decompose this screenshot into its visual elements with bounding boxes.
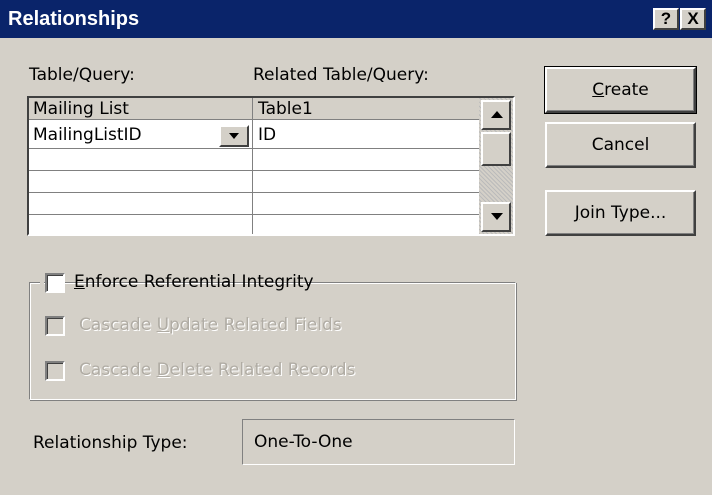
grid-column-divider xyxy=(252,98,253,234)
scroll-up-button[interactable] xyxy=(481,100,511,130)
arrow-up-icon xyxy=(491,111,503,118)
chevron-down-icon xyxy=(229,133,239,139)
enforce-integrity-label[interactable]: Enforce Referential Integrity xyxy=(74,272,314,292)
grid-cell-related-field[interactable]: ID xyxy=(258,124,276,146)
grid-row-divider xyxy=(29,214,479,215)
cancel-button[interactable]: Cancel xyxy=(545,122,696,168)
scroll-down-button[interactable] xyxy=(481,202,511,232)
related-table-query-label: Related Table/Query: xyxy=(253,65,429,85)
window-title: Relationships xyxy=(8,8,140,30)
close-button[interactable]: X xyxy=(680,8,706,30)
join-type-button[interactable]: Join Type... xyxy=(545,190,696,236)
grid-header-related-table: Table1 xyxy=(258,99,313,119)
cascade-update-checkbox[interactable] xyxy=(45,316,65,336)
grid-scrollbar[interactable] xyxy=(479,98,513,234)
field-dropdown-button[interactable] xyxy=(219,125,249,147)
scroll-thumb[interactable] xyxy=(481,132,511,166)
help-button[interactable]: ? xyxy=(653,8,679,30)
relationship-type-label: Relationship Type: xyxy=(33,433,188,453)
grid-header-table: Mailing List xyxy=(33,99,129,119)
enforce-integrity-checkbox[interactable] xyxy=(45,273,65,293)
cascade-update-label: Cascade Update Related Fields xyxy=(79,315,342,335)
enforce-integrity-option[interactable]: Enforce Referential Integrity xyxy=(40,270,314,296)
grid-row-divider xyxy=(29,170,479,171)
arrow-down-icon xyxy=(491,213,503,220)
grid-row-divider xyxy=(29,148,479,149)
relationships-dialog: Relationships ? X Table/Query: Related T… xyxy=(0,0,712,495)
relationship-grid: Mailing List Table1 MailingListID ID xyxy=(27,96,515,236)
grid-row-divider xyxy=(29,192,479,193)
title-bar[interactable]: Relationships ? X xyxy=(0,0,712,38)
cascade-delete-checkbox[interactable] xyxy=(45,361,65,381)
relationship-type-value: One-To-One xyxy=(242,419,515,465)
integrity-group-box xyxy=(29,282,516,400)
create-button[interactable]: Create xyxy=(544,66,697,114)
table-query-label: Table/Query: xyxy=(29,65,135,85)
grid-cell-field[interactable]: MailingListID xyxy=(33,124,142,146)
cascade-delete-label: Cascade Delete Related Records xyxy=(79,360,356,380)
